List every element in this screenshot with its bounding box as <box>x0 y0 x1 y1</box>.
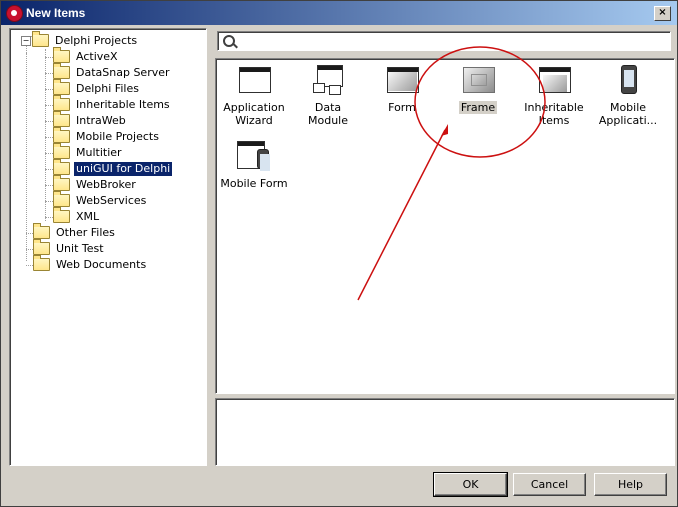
search-box <box>217 31 671 51</box>
item-inheritable-items[interactable]: Inheritable Items <box>520 63 588 127</box>
item-application-wizard[interactable]: Application Wizard <box>220 63 288 127</box>
folder-icon <box>53 62 70 79</box>
folder-icon <box>53 142 70 159</box>
tree-item-webbroker[interactable]: WebBroker <box>53 174 138 192</box>
close-button[interactable]: × <box>654 6 671 21</box>
inheritable-items-icon <box>537 63 571 97</box>
folder-icon <box>53 78 70 95</box>
tree-item-activex[interactable]: ActiveX <box>53 46 120 64</box>
folder-icon <box>53 46 70 63</box>
window-title: New Items <box>26 6 86 20</box>
folder-icon <box>33 238 50 255</box>
item-mobile-application[interactable]: Mobile Applicati... <box>594 63 662 127</box>
item-form[interactable]: Form <box>368 63 436 114</box>
item-data-module[interactable]: Data Module <box>294 63 362 127</box>
item-frame[interactable]: Frame <box>444 63 512 114</box>
tree-item-unit-test[interactable]: Unit Test <box>33 238 106 256</box>
tree-item-web-documents[interactable]: Web Documents <box>33 254 148 272</box>
folder-icon <box>33 254 50 271</box>
search-icon <box>223 35 235 47</box>
folder-icon <box>53 110 70 127</box>
data-module-icon <box>311 63 345 97</box>
tree-item-unigui-for-delphi[interactable]: uniGUI for Delphi <box>53 158 174 177</box>
title-bar: New Items × <box>1 1 677 25</box>
folder-icon <box>32 30 49 47</box>
category-tree[interactable]: − Delphi Projects ActiveX DataSnap Server… <box>9 28 207 466</box>
folder-icon <box>53 174 70 191</box>
tree-expander-icon[interactable]: − <box>21 36 31 46</box>
help-button[interactable]: Help <box>594 473 667 496</box>
items-panel: Application Wizard Data Module Form Frame… <box>215 58 675 394</box>
tree-item-delphi-files[interactable]: Delphi Files <box>53 78 141 96</box>
tree-item-mobile-projects[interactable]: Mobile Projects <box>53 126 161 144</box>
delphi-app-icon <box>6 5 23 22</box>
tree-item-webservices[interactable]: WebServices <box>53 190 148 208</box>
folder-icon <box>53 158 70 175</box>
tree-item-xml[interactable]: XML <box>53 206 101 224</box>
frame-icon <box>461 63 495 97</box>
application-wizard-icon <box>237 63 271 97</box>
search-input[interactable] <box>240 33 664 49</box>
folder-icon <box>33 222 50 239</box>
tree-item-intraweb[interactable]: IntraWeb <box>53 110 128 128</box>
tree-item-multitier[interactable]: Multitier <box>53 142 124 160</box>
ok-button[interactable]: OK <box>433 472 508 497</box>
folder-icon <box>53 126 70 143</box>
folder-icon <box>53 94 70 111</box>
new-items-dialog: New Items × − Delphi Projects ActiveX Dat… <box>0 0 678 507</box>
folder-icon <box>53 206 70 223</box>
folder-icon <box>53 190 70 207</box>
tree-item-other-files[interactable]: Other Files <box>33 222 117 240</box>
tree-item-datasnap-server[interactable]: DataSnap Server <box>53 62 172 80</box>
mobile-form-icon <box>237 139 271 173</box>
mobile-phone-icon <box>611 63 645 97</box>
cancel-button[interactable]: Cancel <box>513 473 586 496</box>
tree-item-inheritable-items[interactable]: Inheritable Items <box>53 94 172 112</box>
form-icon <box>385 63 419 97</box>
description-panel <box>215 398 675 466</box>
item-mobile-form[interactable]: Mobile Form <box>220 139 288 190</box>
tree-item-delphi-projects[interactable]: Delphi Projects <box>32 30 139 48</box>
